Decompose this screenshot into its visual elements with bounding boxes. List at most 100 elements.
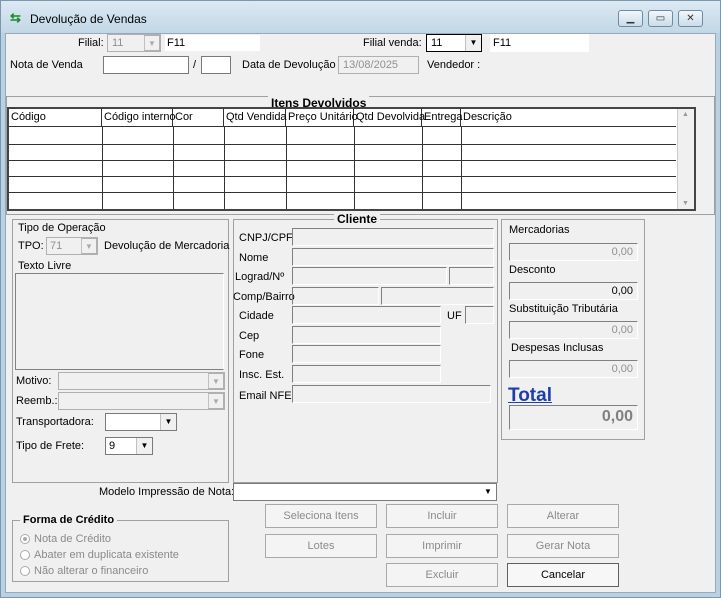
tpo-value: 71	[50, 240, 63, 252]
serie-input[interactable]	[201, 56, 231, 74]
reemb-label: Reemb.:	[16, 395, 58, 407]
grid-row-line	[9, 144, 676, 145]
window-title: Devolução de Vendas	[30, 12, 147, 26]
chevron-down-icon[interactable]: ▼	[465, 35, 481, 51]
transportadora-label: Transportadora:	[16, 416, 94, 428]
grid-row-line	[9, 160, 676, 161]
filial-venda-value: 11	[431, 37, 443, 49]
grid-col-line	[173, 127, 174, 209]
despesas-field: 0,00	[509, 360, 638, 378]
cliente-label-cep: Cep	[239, 330, 260, 342]
lotes-button[interactable]: Lotes	[265, 534, 377, 558]
scroll-up-icon[interactable]: ▲	[682, 111, 689, 118]
cep-field[interactable]	[292, 326, 441, 344]
seleciona-itens-button[interactable]: Seleciona Itens	[265, 504, 377, 528]
filial-venda-select[interactable]: 11 ▼	[426, 34, 482, 52]
texto-livre-label: Texto Livre	[18, 260, 72, 272]
gerar-nota-button[interactable]: Gerar Nota	[507, 534, 619, 558]
incluir-button[interactable]: Incluir	[386, 504, 498, 528]
slash-separator: /	[193, 59, 197, 71]
col-codigo[interactable]: Código	[9, 109, 102, 126]
chevron-down-icon[interactable]: ▼	[480, 484, 496, 500]
filial-label: Filial:	[78, 37, 104, 49]
excluir-button[interactable]: Excluir	[386, 563, 498, 587]
chevron-down-icon[interactable]: ▼	[136, 438, 152, 454]
comp-field[interactable]	[292, 287, 379, 305]
scroll-down-icon[interactable]: ▼	[682, 200, 689, 207]
reemb-select: ▼	[58, 392, 225, 410]
credito-option-nota: Nota de Crédito	[34, 533, 112, 545]
transportadora-select[interactable]: ▼	[105, 413, 177, 431]
cliente-title: Cliente	[334, 212, 381, 226]
st-field: 0,00	[509, 321, 638, 339]
grid-header: Código Código interno Cor Qtd Vendida Pr…	[9, 109, 676, 127]
col-codigo-interno[interactable]: Código interno	[102, 109, 176, 126]
col-qtd-vendida[interactable]: Qtd Vendida	[224, 109, 287, 126]
col-qtd-devolvida[interactable]: Qtd Devolvida	[354, 109, 425, 126]
operacao-title: Tipo de Operação	[18, 222, 106, 234]
chevron-down-icon: ▼	[208, 393, 224, 409]
col-entrega[interactable]: Entrega	[422, 109, 463, 126]
cliente-label-comp: Comp/Bairro	[233, 291, 295, 303]
credito-option-abater: Abater em duplicata existente	[34, 549, 179, 561]
col-cor[interactable]: Cor	[173, 109, 224, 126]
total-field: 0,00	[509, 405, 638, 430]
credito-title: Forma de Crédito	[20, 514, 118, 526]
tpo-select: 71 ▼	[46, 237, 98, 255]
chevron-down-icon: ▼	[208, 373, 224, 389]
data-devolucao-label: Data de Devolução	[242, 59, 336, 71]
col-preco-unitario[interactable]: Preço Unitário	[286, 109, 358, 126]
filial-venda-label: Filial venda:	[363, 37, 422, 49]
filial-name: F11	[167, 37, 186, 49]
uf-field[interactable]	[465, 306, 494, 324]
lograd-field[interactable]	[292, 267, 447, 285]
grid-col-line	[102, 127, 103, 209]
cancelar-button[interactable]: Cancelar	[507, 563, 619, 587]
chevron-down-icon[interactable]: ▼	[160, 414, 176, 430]
modelo-label: Modelo Impressão de Nota:	[99, 486, 235, 498]
cidade-field[interactable]	[292, 306, 441, 324]
numero-field[interactable]	[449, 267, 494, 285]
insc-est-field[interactable]	[292, 365, 441, 383]
nome-field[interactable]	[292, 248, 494, 266]
filial-value: 11	[112, 37, 124, 49]
col-descricao[interactable]: Descrição	[461, 109, 676, 126]
grid-row-line	[9, 192, 676, 193]
email-nfe-field[interactable]	[292, 385, 491, 403]
tpo-label: TPO:	[18, 240, 44, 252]
tpo-desc: Devolução de Mercadoria	[104, 240, 230, 252]
chevron-down-icon: ▼	[144, 35, 160, 51]
grid-col-line	[461, 127, 462, 209]
grid-col-line	[224, 127, 225, 209]
cnpj-field[interactable]	[292, 228, 494, 246]
minimize-button[interactable]: ▁	[618, 10, 643, 27]
mercadorias-field: 0,00	[509, 243, 638, 261]
st-label: Substituição Tributária	[509, 303, 618, 315]
alterar-button[interactable]: Alterar	[507, 504, 619, 528]
radio-nao-alterar	[20, 566, 30, 576]
vendedor-label: Vendedor :	[427, 59, 481, 71]
close-button[interactable]: ✕	[678, 10, 703, 27]
desconto-input[interactable]: 0,00	[509, 282, 638, 300]
tipo-frete-select[interactable]: 9 ▼	[105, 437, 153, 455]
bairro-field[interactable]	[381, 287, 494, 305]
filial-venda-name-field: F11	[490, 34, 589, 52]
grid-scrollbar[interactable]: ▲ ▼	[677, 109, 694, 209]
motivo-label: Motivo:	[16, 375, 52, 387]
credito-option-nao-alterar: Não alterar o financeiro	[34, 565, 149, 577]
chevron-down-icon: ▼	[81, 238, 97, 254]
modelo-select[interactable]: ▼	[233, 483, 497, 501]
total-label: Total	[508, 385, 552, 406]
nota-venda-input[interactable]	[103, 56, 189, 74]
cliente-label-lograd: Lograd/Nº	[235, 271, 285, 283]
texto-livre-textarea[interactable]	[15, 273, 224, 370]
tipo-frete-label: Tipo de Frete:	[16, 440, 85, 452]
fone-field[interactable]	[292, 345, 441, 363]
despesas-label: Despesas Inclusas	[511, 342, 604, 354]
cliente-label-cnpj: CNPJ/CPF	[239, 232, 293, 244]
maximize-button[interactable]: ▭	[648, 10, 673, 27]
grid-col-line	[422, 127, 423, 209]
imprimir-button[interactable]: Imprimir	[386, 534, 498, 558]
itens-grid[interactable]: Código Código interno Cor Qtd Vendida Pr…	[7, 107, 696, 211]
filial-venda-name: F11	[493, 37, 512, 49]
